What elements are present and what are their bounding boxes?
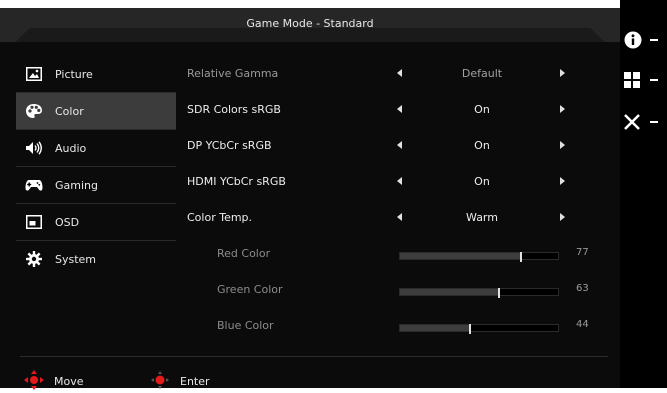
slider-value: 44	[576, 319, 589, 330]
green-color-slider[interactable]	[399, 288, 559, 298]
sidebar-item-label: System	[55, 252, 97, 266]
setting-red-color[interactable]: Red Color 77	[187, 236, 607, 272]
key-guide-panel	[620, 0, 667, 388]
title-bar: Game Mode - Standard	[0, 8, 620, 42]
arrow-right-icon[interactable]	[560, 177, 565, 185]
close-icon	[624, 114, 640, 134]
arrow-left-icon[interactable]	[397, 213, 402, 221]
gamepad-icon	[25, 176, 43, 194]
setting-value: Warm	[466, 211, 498, 224]
slider-fill	[400, 253, 520, 259]
setting-label: Green Color	[217, 283, 283, 296]
info-icon	[624, 31, 642, 53]
enter-hint: Enter	[150, 370, 210, 393]
slider-value: 63	[576, 283, 589, 294]
osd-menu: Game Mode - Standard Picture Color Audio	[0, 8, 620, 390]
setting-value: On	[474, 103, 490, 116]
sidebar-item-label: Gaming	[55, 178, 98, 192]
setting-blue-color[interactable]: Blue Color 44	[187, 308, 607, 344]
red-color-slider[interactable]	[399, 252, 559, 262]
arrow-left-icon[interactable]	[397, 177, 402, 185]
joystick-enter-icon	[150, 370, 170, 393]
setting-label: Red Color	[217, 247, 271, 260]
sidebar-item-label: OSD	[55, 215, 80, 229]
arrow-right-icon[interactable]	[560, 141, 565, 149]
setting-label: Blue Color	[217, 319, 274, 332]
setting-relative-gamma[interactable]: Relative Gamma Default	[187, 56, 607, 92]
osd-window-icon	[25, 213, 43, 231]
slider-value: 77	[576, 247, 589, 258]
exit-key[interactable]	[620, 110, 667, 134]
arrow-left-icon[interactable]	[397, 69, 402, 77]
joystick-move-icon	[24, 370, 44, 393]
arrow-right-icon[interactable]	[560, 213, 565, 221]
sidebar-item-label: Color	[55, 104, 84, 118]
sidebar-item-osd[interactable]: OSD	[16, 204, 176, 241]
key-dash	[650, 121, 658, 123]
enter-label: Enter	[180, 375, 210, 388]
arrow-right-icon[interactable]	[560, 105, 565, 113]
setting-label: HDMI YCbCr sRGB	[187, 175, 286, 188]
page-title: Game Mode - Standard	[246, 17, 374, 30]
sidebar-item-color[interactable]: Color	[16, 93, 176, 130]
setting-label: Color Temp.	[187, 211, 253, 224]
palette-icon	[25, 102, 43, 120]
move-hint: Move	[24, 370, 84, 393]
gear-icon	[25, 250, 43, 268]
info-key[interactable]	[620, 28, 667, 52]
menu-key[interactable]	[620, 68, 667, 92]
setting-color-temp[interactable]: Color Temp. Warm	[187, 200, 607, 236]
setting-label: DP YCbCr sRGB	[187, 139, 272, 152]
sidebar-item-label: Audio	[55, 141, 87, 155]
key-dash	[650, 79, 658, 81]
setting-sdr-colors-srgb[interactable]: SDR Colors sRGB On	[187, 92, 607, 128]
key-dash	[650, 39, 658, 41]
move-label: Move	[54, 375, 84, 388]
setting-green-color[interactable]: Green Color 63	[187, 272, 607, 308]
sidebar-item-system[interactable]: System	[16, 241, 176, 277]
slider-thumb[interactable]	[520, 252, 522, 262]
setting-value: On	[474, 175, 490, 188]
setting-value: On	[474, 139, 490, 152]
slider-thumb[interactable]	[498, 288, 500, 298]
blue-color-slider[interactable]	[399, 324, 559, 334]
picture-icon	[25, 65, 43, 83]
setting-label: Relative Gamma	[187, 67, 279, 80]
slider-fill	[400, 289, 498, 295]
setting-label: SDR Colors sRGB	[187, 103, 281, 116]
arrow-left-icon[interactable]	[397, 141, 402, 149]
sidebar-item-label: Picture	[55, 67, 93, 81]
sidebar: Picture Color Audio Gaming OSD System	[16, 56, 176, 277]
setting-hdmi-ycbcr-srgb[interactable]: HDMI YCbCr sRGB On	[187, 164, 607, 200]
footer-divider	[20, 356, 608, 357]
slider-fill	[400, 325, 469, 331]
menu-grid-icon	[624, 72, 640, 92]
sidebar-item-gaming[interactable]: Gaming	[16, 167, 176, 204]
footer: Move Enter	[0, 364, 620, 390]
settings-panel: Relative Gamma Default SDR Colors sRGB O…	[187, 56, 607, 344]
sidebar-item-picture[interactable]: Picture	[16, 56, 176, 93]
setting-value: Default	[461, 67, 503, 80]
setting-dp-ycbcr-srgb[interactable]: DP YCbCr sRGB On	[187, 128, 607, 164]
sidebar-item-audio[interactable]: Audio	[16, 130, 176, 167]
arrow-left-icon[interactable]	[397, 105, 402, 113]
speaker-icon	[25, 139, 43, 157]
slider-thumb[interactable]	[469, 324, 471, 334]
arrow-right-icon[interactable]	[560, 69, 565, 77]
